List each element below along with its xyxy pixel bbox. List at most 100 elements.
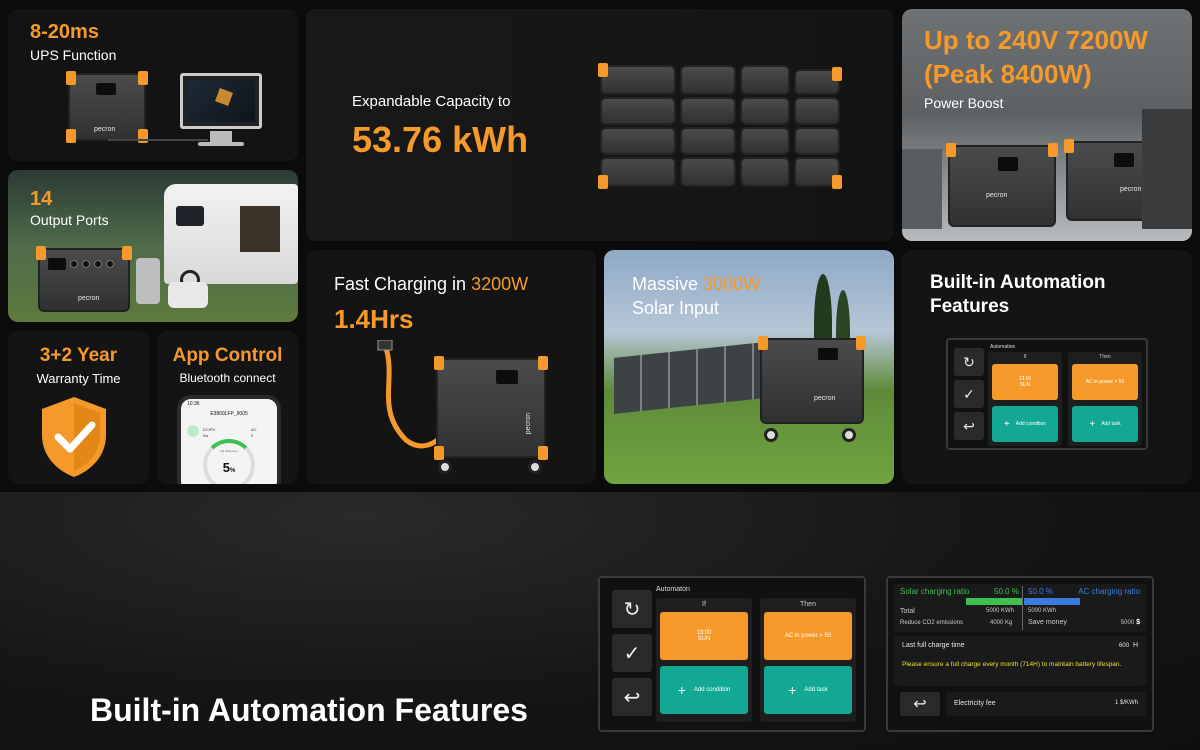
ratio-bar-solar [966, 598, 1022, 605]
solar-subtitle: Solar Input [632, 298, 720, 318]
dc-icon [187, 425, 199, 437]
last-charge-label: Last full charge time [902, 642, 965, 649]
total-left: 5000 KWh [986, 608, 1015, 614]
solar-input-tile: Massive 3000W Solar Input pecron [604, 250, 894, 484]
last-charge-value: 600 [1119, 643, 1130, 649]
back-icon[interactable]: ↩ [954, 412, 984, 440]
app-control-tile: App Control Bluetooth connect 10:36 E380… [157, 331, 298, 484]
back-icon[interactable]: ↩ [900, 692, 940, 716]
power-station-image: pecron [36, 246, 132, 312]
warranty-title: 3+2 Year [39, 345, 118, 366]
co2-value: 4000 Kg [990, 620, 1013, 626]
solar-ratio-value: 50.0 % [994, 587, 1019, 596]
power-station-cart-image: pecron [758, 336, 866, 424]
ports-title: 14 [30, 188, 53, 210]
solar-title-highlight: 3000W [703, 274, 761, 294]
automation-large-panel: Automaton ↻ ✓ ↩ If 13:00 SUN + Add condit… [598, 576, 866, 732]
then-column: Then AC in power > 50 + Add task [760, 598, 856, 722]
boost-title-line2: (Peak 8400W) [924, 59, 1092, 89]
then-card[interactable]: AC in power > 50 [1072, 364, 1138, 400]
add-task-button[interactable]: + Add task [1072, 406, 1138, 442]
solar-title: Massive 3000W [632, 274, 760, 295]
output-ports-tile: 14 Output Ports pecron [8, 170, 298, 322]
automation-banner: Built-in Automation Features Automaton ↻… [0, 492, 1200, 750]
phone-ac-value: 0 [251, 433, 254, 438]
solar-panels-image [614, 342, 764, 414]
boost-title-line1: Up to 240V 7200W [924, 25, 1148, 55]
if-card[interactable]: 13:00 SUN [992, 364, 1058, 400]
warranty-tile: 3+2 Year Warranty Time [8, 331, 149, 484]
energy-stats-panel: Solar charging ratio 50.0 % 50.0 % AC ch… [886, 576, 1154, 732]
solar-ratio-label: Solar charging ratio [900, 587, 970, 596]
then-card[interactable]: AC in power > 50 [764, 612, 852, 660]
fee-label: Electricity fee [954, 700, 996, 707]
solar-title-prefix: Massive [632, 274, 704, 294]
if-card[interactable]: 13:00 SUN [660, 612, 748, 660]
power-boost-tile: Up to 240V 7200W (Peak 8400W) Power Boos… [902, 9, 1192, 241]
automation-mini-panel: Automation ↻ ✓ ↩ If 13:00 SUN + Add condi… [946, 338, 1148, 450]
power-station-image: pecron [66, 71, 148, 143]
plus-icon: + [677, 682, 686, 698]
capacity-title: Expandable Capacity to [352, 93, 511, 110]
toaster-image [168, 282, 208, 308]
phone-dc-label: DC/PV [203, 427, 216, 432]
fast-charging-tile: Fast Charging in 3200W 1.4Hrs pecron [306, 250, 596, 484]
if-column: If 13:00 SUN + Add condition [656, 598, 752, 722]
rv-image [164, 184, 298, 290]
plus-icon: + [788, 682, 797, 698]
ups-subtitle: UPS Function [30, 47, 117, 63]
phone-mode-label: Q1 Welcome [220, 449, 238, 453]
ratio-bar-ac [1024, 598, 1080, 605]
app-subtitle: Bluetooth connect [179, 371, 276, 385]
automation-title-line2: Features [930, 296, 1010, 317]
charging-value: 1.4Hrs [334, 304, 414, 334]
banner-heading: Built-in Automation Features [90, 692, 528, 728]
co2-label: Reduce CO2 emissions [900, 620, 964, 626]
phone-ac-label: AC [251, 427, 257, 432]
last-charge-section: Last full charge time 600 H Please ensur… [894, 636, 1146, 686]
app-title: App Control [172, 345, 283, 366]
save-label: Save money [1028, 619, 1067, 626]
add-condition-button[interactable]: + Add condition [660, 666, 748, 714]
ac-ratio-label: AC charging ratio [1078, 587, 1140, 596]
automation-tile: Built-in Automation Features Automation … [902, 250, 1192, 484]
ac-ratio-value: 50.0 % [1028, 587, 1053, 596]
electricity-fee-row[interactable]: Electricity fee 1 $/KWh [946, 692, 1146, 716]
fee-value: 1 $/KWh [1114, 700, 1138, 706]
monitor-image [180, 73, 262, 129]
ups-title: 8-20ms [30, 21, 99, 43]
add-task-button[interactable]: + Add task [764, 666, 852, 714]
check-icon[interactable]: ✓ [612, 634, 652, 672]
battery-stack-image [598, 63, 842, 195]
refresh-icon[interactable]: ↻ [612, 590, 652, 628]
ups-tile: 8-20ms UPS Function pecron [8, 9, 298, 161]
product-feature-page: 8-20ms UPS Function pecron Expandable Ca… [0, 0, 1200, 750]
brand-logo: pecron [94, 126, 116, 133]
charging-title-highlight: 3200W [471, 274, 529, 294]
boost-subtitle: Power Boost [924, 95, 1004, 111]
power-station-cart-image: pecron [434, 356, 548, 460]
back-icon[interactable]: ↩ [612, 678, 652, 716]
phone-device-id: E3800LFP_9005 [210, 411, 248, 417]
charging-ratio-section: Solar charging ratio 50.0 % 50.0 % AC ch… [894, 584, 1146, 632]
save-value: 5000 [1120, 620, 1135, 626]
capacity-tile: Expandable Capacity to 53.76 kWh [306, 9, 894, 241]
ports-subtitle: Output Ports [30, 212, 109, 228]
automation-large-header: Automaton [656, 586, 690, 593]
charge-notice: Please ensure a full charge every month … [902, 661, 1122, 668]
check-icon[interactable]: ✓ [954, 380, 984, 408]
coffee-maker-image [136, 258, 160, 304]
charging-title: Fast Charging in 3200W [334, 274, 528, 295]
phone-percent: 5 [222, 460, 230, 475]
refresh-icon[interactable]: ↻ [954, 348, 984, 376]
phone-image: 10:36 E3800LFP_9005 DC/PV AC 0w 0 Q1 Wel… [177, 395, 281, 484]
phone-time: 10:36 [187, 401, 200, 407]
phone-dc-value: 0w [203, 433, 209, 438]
shield-check-icon [42, 397, 106, 477]
warranty-subtitle: Warranty Time [36, 371, 121, 386]
total-label: Total [900, 608, 915, 615]
battery-gauge: Q1 Welcome 5% [203, 439, 255, 484]
add-condition-button[interactable]: + Add condition [992, 406, 1058, 442]
capacity-value: 53.76 kWh [352, 119, 529, 160]
then-column: Then AC in power > 50 + Add task [1068, 352, 1142, 446]
